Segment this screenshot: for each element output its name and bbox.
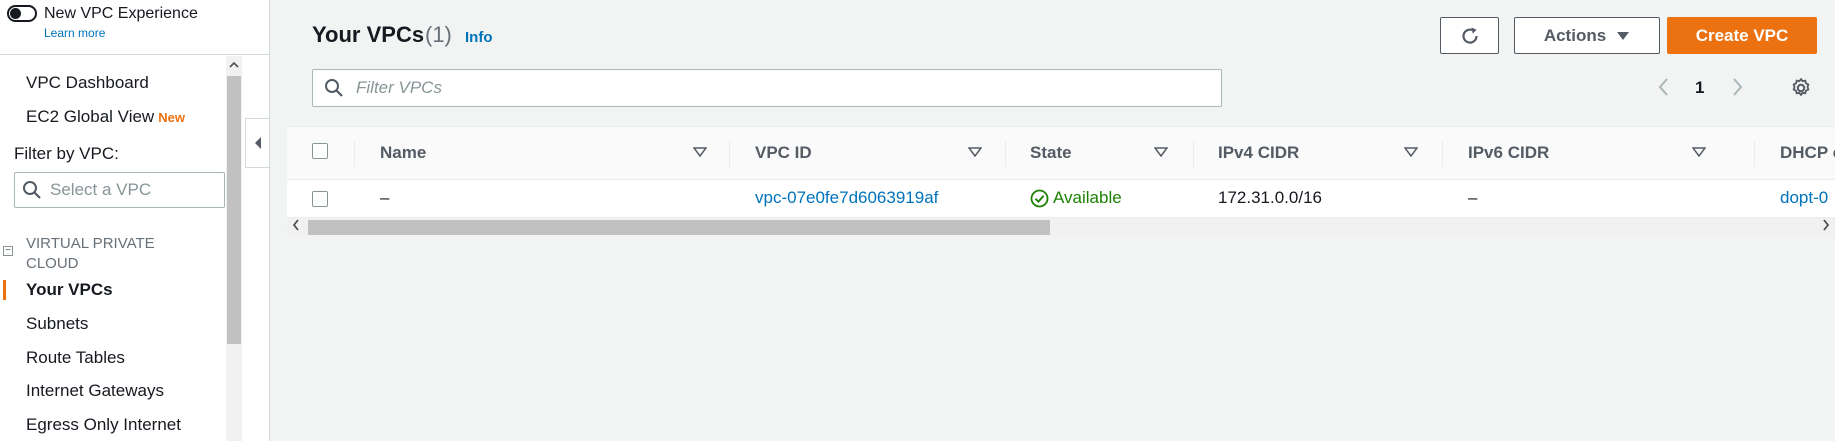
sidebar-item-vpc-dashboard[interactable]: VPC Dashboard [26,73,149,93]
horizontal-scroll-thumb[interactable] [308,220,1050,235]
new-vpc-experience-toggle[interactable] [7,5,37,22]
section-title-virtual-private-cloud: VIRTUAL PRIVATE CLOUD [26,235,155,272]
column-header-ipv4-cidr[interactable]: IPv4 CIDR [1218,143,1299,163]
scroll-up-arrow-icon[interactable] [226,56,242,74]
filter-vpcs-box[interactable] [312,69,1222,107]
toggle-knob [10,8,21,19]
create-vpc-button[interactable]: Create VPC [1667,17,1817,54]
refresh-icon [1461,27,1478,44]
column-header-vpc-id[interactable]: VPC ID [755,143,812,163]
sidebar-item-your-vpcs[interactable]: Your VPCs [26,280,113,300]
info-link[interactable]: Info [465,29,493,46]
previous-page-icon[interactable] [1657,77,1669,103]
search-icon [23,181,41,199]
cell-ipv6-cidr: – [1468,188,1478,207]
row-select-checkbox[interactable] [312,191,328,207]
column-divider [1754,141,1755,167]
filter-by-vpc-label: Filter by VPC: [14,144,119,163]
vpc-select-input[interactable] [48,179,222,201]
select-all-checkbox[interactable] [312,143,328,159]
sort-icon[interactable] [1404,147,1418,157]
sidebar-item-egress-only-internet-gateways[interactable]: Egress Only Internet [26,415,181,435]
main-content: Your VPCs (1) Info Actions Create VPC 1 … [287,0,1835,441]
sidebar-divider [0,54,270,55]
sidebar: New VPC Experience Learn more VPC Dashbo… [0,0,270,441]
refresh-button[interactable] [1440,17,1499,54]
page-number[interactable]: 1 [1695,78,1704,98]
column-header-dhcp-options[interactable]: DHCP o [1780,143,1835,163]
scroll-right-arrow-icon[interactable] [1822,218,1830,236]
column-divider [1193,141,1194,167]
sort-icon[interactable] [693,147,707,157]
cell-state: Available [1030,188,1122,208]
column-divider [1005,141,1006,167]
cell-dhcp-options-link[interactable]: dopt-0 [1780,188,1828,208]
column-divider [354,141,355,167]
sort-icon[interactable] [968,147,982,157]
learn-more-link[interactable]: Learn more [44,26,105,40]
sidebar-item-internet-gateways[interactable]: Internet Gateways [26,381,164,401]
caret-left-icon [254,137,261,149]
new-badge: New [158,110,185,125]
sidebar-item-ec2-global-view[interactable]: EC2 Global View New [26,107,185,127]
sort-icon[interactable] [1154,147,1168,157]
sidebar-item-route-tables[interactable]: Route Tables [26,348,125,368]
table-horizontal-scrollbar[interactable] [287,218,1835,236]
cell-vpc-id-link[interactable]: vpc-07e0fe7d6063919af [755,188,938,208]
column-header-state[interactable]: State [1030,143,1072,163]
caret-down-icon [1617,31,1630,40]
next-page-icon[interactable] [1732,77,1744,103]
table-header: Name VPC ID State IPv4 CIDR IPv6 CIDR DH… [287,126,1835,180]
sidebar-item-label: EC2 Global View [26,107,155,126]
column-divider [729,141,730,167]
scroll-left-arrow-icon[interactable] [292,218,300,236]
vpc-count: (1) [425,22,452,47]
table-row[interactable]: – vpc-07e0fe7d6063919af Available 172.31… [287,180,1835,218]
vpc-select[interactable] [14,172,225,208]
sidebar-item-subnets[interactable]: Subnets [26,314,88,334]
new-vpc-experience-label: New VPC Experience [44,5,198,22]
section-collapse-icon[interactable]: − [3,246,13,256]
page-title: Your VPCs [312,22,425,47]
check-circle-icon [1030,189,1049,207]
filter-vpcs-input[interactable] [354,77,1218,99]
actions-dropdown-button[interactable]: Actions [1514,17,1660,54]
column-header-ipv6-cidr[interactable]: IPv6 CIDR [1468,143,1549,163]
sort-icon[interactable] [1692,147,1706,157]
search-icon [325,79,343,97]
actions-label: Actions [1543,25,1607,45]
active-item-marker [3,280,6,300]
sidebar-scroll-thumb[interactable] [227,76,241,344]
column-divider [1442,141,1443,167]
new-vpc-experience-row: New VPC Experience [7,4,198,24]
collapse-sidebar-button[interactable] [245,118,269,168]
cell-ipv4-cidr: 172.31.0.0/16 [1218,188,1322,207]
cell-name: – [380,188,390,207]
gear-icon[interactable] [1790,77,1812,104]
column-header-name[interactable]: Name [380,143,426,163]
status-text: Available [1053,188,1122,207]
